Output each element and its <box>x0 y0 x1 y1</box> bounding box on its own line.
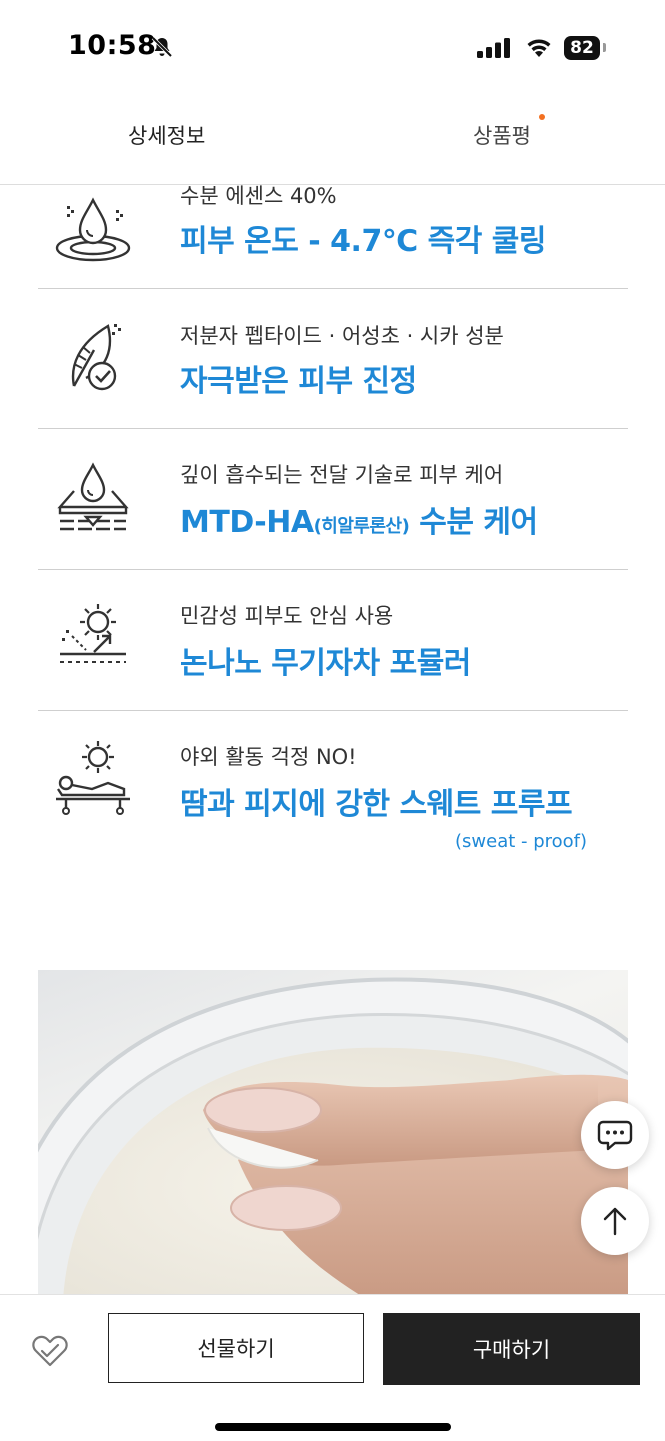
product-texture-image <box>38 970 628 1294</box>
feature-title: 자극받은 피부 진정 <box>180 364 417 399</box>
battery-cap <box>603 43 606 52</box>
feature-title: MTD-HA(히알루론산) 수분 케어 <box>180 497 538 541</box>
purchase-action-bar: 선물하기 구매하기 <box>0 1294 665 1441</box>
sun-lounger-icon <box>56 741 130 815</box>
status-time: 10:58 <box>68 30 157 61</box>
sun-shield-icon <box>60 604 126 663</box>
tab-product-detail[interactable]: 상세정보 <box>128 120 205 150</box>
detail-tab-bar: 상세정보 상품평 <box>0 100 665 185</box>
scroll-to-top-button[interactable] <box>581 1187 649 1255</box>
wifi-icon <box>527 39 551 57</box>
feature-title: 논나노 무기자차 포뮬러 <box>180 646 471 681</box>
status-bar: 10:58 82 <box>0 0 665 100</box>
feature-note: (sweat - proof) <box>455 831 588 852</box>
feature-title-main: MTD-HA <box>180 505 314 540</box>
silent-bell-icon <box>151 36 173 58</box>
chat-bubble-icon <box>597 1120 633 1151</box>
gift-button[interactable]: 선물하기 <box>108 1313 364 1383</box>
battery-indicator: 82 <box>564 36 600 60</box>
buy-button[interactable]: 구매하기 <box>383 1313 640 1385</box>
heart-wishlist-icon[interactable] <box>30 1333 70 1369</box>
feature-subtitle: 수분 에센스 40% <box>180 184 337 208</box>
feature-item: 수분 에센스 40% 피부 온도 - 4.7℃ 즉각 쿨링 <box>38 184 628 289</box>
water-drop-ripple-icon <box>55 197 131 262</box>
feature-check-icon <box>71 324 121 391</box>
product-detail-content[interactable]: 수분 에센스 40% 피부 온도 - 4.7℃ 즉각 쿨링 저분자 펩타이드 ·… <box>0 184 665 1294</box>
home-indicator <box>215 1423 451 1431</box>
feature-title-tail: 수분 케어 <box>409 505 538 540</box>
cushion-finger-illustration <box>38 977 628 1294</box>
feature-item: 깊이 흡수되는 전달 기술로 피부 케어 MTD-HA(히알루론산) 수분 케어 <box>38 429 628 570</box>
feature-item: 민감성 피부도 안심 사용 논나노 무기자차 포뮬러 <box>38 570 628 711</box>
feature-subtitle: 깊이 흡수되는 전달 기술로 피부 케어 <box>180 463 504 487</box>
cellular-signal-icon <box>477 38 510 58</box>
arrow-up-icon <box>603 1207 627 1236</box>
feature-item: 저분자 펩타이드 · 어성초 · 시카 성분 자극받은 피부 진정 <box>38 288 628 429</box>
chat-button[interactable] <box>581 1101 649 1169</box>
feature-title-note: (히알루론산) <box>313 516 410 537</box>
feature-subtitle: 민감성 피부도 안심 사용 <box>180 604 394 628</box>
feature-subtitle: 저분자 펩타이드 · 어성초 · 시카 성분 <box>180 324 504 348</box>
feature-title: 땀과 피지에 강한 스웨트 프루프 <box>180 787 573 822</box>
tab-product-reviews[interactable]: 상품평 <box>473 120 531 150</box>
feature-subtitle: 야외 활동 걱정 NO! <box>180 745 357 769</box>
feature-title: 피부 온도 - 4.7℃ 즉각 쿨링 <box>180 224 546 259</box>
drop-layers-icon <box>57 462 129 531</box>
new-review-dot <box>539 114 545 120</box>
feature-item: 야외 활동 걱정 NO! 땀과 피지에 강한 스웨트 프루프 (sweat - … <box>38 711 628 861</box>
